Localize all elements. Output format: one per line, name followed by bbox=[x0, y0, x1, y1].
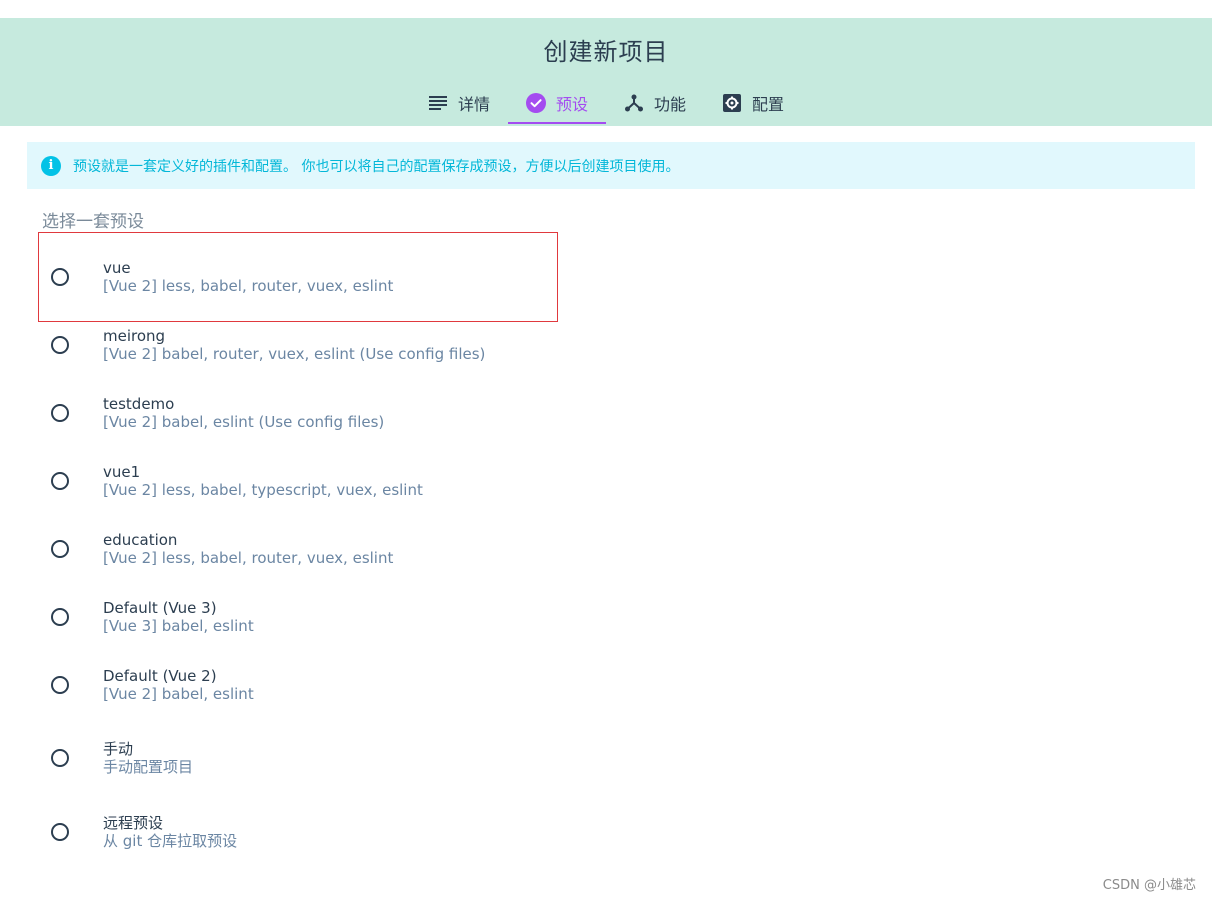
preset-item-vue[interactable]: vue [Vue 2] less, babel, router, vuex, e… bbox=[38, 232, 558, 322]
tab-features-label: 功能 bbox=[654, 95, 687, 114]
preset-name: Default (Vue 2) bbox=[103, 667, 217, 685]
preset-item-education[interactable]: education [Vue 2] less, babel, router, v… bbox=[38, 515, 558, 583]
radio-button[interactable] bbox=[51, 676, 69, 694]
tab-presets[interactable]: 预设 bbox=[507, 84, 606, 124]
tab-config[interactable]: 配置 bbox=[704, 84, 802, 125]
tab-presets-label: 预设 bbox=[555, 95, 588, 114]
preset-item-meirong[interactable]: meirong [Vue 2] babel, router, vuex, esl… bbox=[38, 311, 558, 379]
top-strip bbox=[0, 0, 1212, 18]
radio-button[interactable] bbox=[51, 472, 69, 490]
preset-desc: [Vue 3] babel, eslint bbox=[103, 617, 254, 635]
preset-item-remote[interactable]: 远程预设 从 git 仓库拉取预设 bbox=[38, 796, 558, 867]
fork-icon bbox=[624, 93, 644, 113]
page-title: 创建新项目 bbox=[543, 38, 669, 66]
info-icon: i bbox=[41, 155, 61, 176]
gear-icon bbox=[722, 93, 742, 113]
radio-button[interactable] bbox=[51, 540, 69, 558]
preset-desc: [Vue 2] babel, eslint (Use config files) bbox=[103, 413, 385, 431]
preset-name: vue1 bbox=[103, 463, 141, 481]
preset-item-default-vue2[interactable]: Default (Vue 2) [Vue 2] babel, eslint bbox=[38, 651, 558, 719]
tab-details-label: 详情 bbox=[457, 95, 490, 114]
preset-name: testdemo bbox=[103, 395, 175, 413]
preset-list: vue [Vue 2] less, babel, router, vuex, e… bbox=[38, 232, 558, 867]
preset-desc: [Vue 2] babel, eslint bbox=[103, 685, 254, 703]
tab-features[interactable]: 功能 bbox=[606, 84, 704, 125]
preset-name: 远程预设 bbox=[103, 813, 164, 832]
radio-button[interactable] bbox=[51, 748, 69, 767]
preset-desc: [Vue 2] less, babel, router, vuex, eslin… bbox=[103, 549, 394, 567]
preset-desc: [Vue 2] less, babel, typescript, vuex, e… bbox=[103, 481, 423, 499]
tab-bar: 详情 预设 功能 配置 bbox=[0, 84, 1212, 126]
preset-desc: 手动配置项目 bbox=[103, 757, 194, 776]
preset-name: vue bbox=[103, 259, 131, 277]
check-circle-icon bbox=[525, 93, 546, 113]
preset-name: meirong bbox=[103, 327, 166, 345]
radio-button[interactable] bbox=[51, 822, 69, 841]
preset-name: education bbox=[103, 531, 178, 549]
preset-desc: 从 git 仓库拉取预设 bbox=[103, 831, 238, 850]
preset-item-vue1[interactable]: vue1 [Vue 2] less, babel, typescript, vu… bbox=[38, 447, 558, 515]
radio-button[interactable] bbox=[51, 404, 69, 422]
list-icon bbox=[428, 93, 448, 113]
tab-config-label: 配置 bbox=[752, 95, 785, 114]
info-text: 预设就是一套定义好的插件和配置。 你也可以将自己的配置保存成预设，方便以后创建项… bbox=[73, 158, 680, 175]
radio-button[interactable] bbox=[51, 608, 69, 626]
radio-button[interactable] bbox=[51, 268, 69, 286]
page-header: 创建新项目 详情 预设 功能 配置 bbox=[0, 18, 1212, 126]
preset-desc: [Vue 2] less, babel, router, vuex, eslin… bbox=[103, 277, 394, 295]
preset-name: Default (Vue 3) bbox=[103, 599, 217, 617]
radio-button[interactable] bbox=[51, 336, 69, 354]
preset-item-manual[interactable]: 手动 手动配置项目 bbox=[38, 722, 558, 793]
preset-item-testdemo[interactable]: testdemo [Vue 2] babel, eslint (Use conf… bbox=[38, 379, 558, 447]
preset-name: 手动 bbox=[103, 739, 134, 758]
tab-details[interactable]: 详情 bbox=[410, 84, 508, 125]
info-banner: i 预设就是一套定义好的插件和配置。 你也可以将自己的配置保存成预设，方便以后创… bbox=[27, 142, 1195, 189]
watermark: CSDN @小雄芯 bbox=[1102, 878, 1196, 893]
section-label: 选择一套预设 bbox=[42, 212, 144, 232]
preset-item-default-vue3[interactable]: Default (Vue 3) [Vue 3] babel, eslint bbox=[38, 583, 558, 651]
preset-desc: [Vue 2] babel, router, vuex, eslint (Use… bbox=[103, 345, 486, 363]
